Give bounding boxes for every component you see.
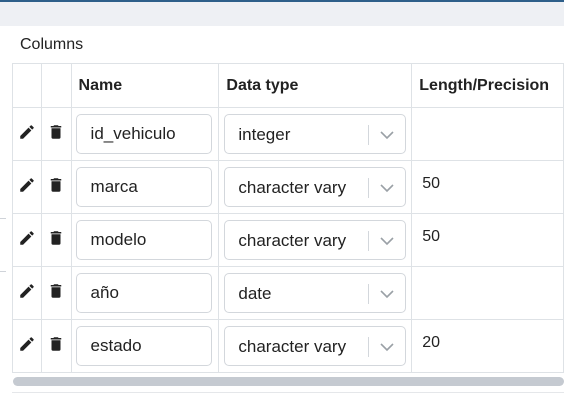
delete-column-header [40,63,72,108]
edit-cell [12,107,42,161]
data-type-select[interactable]: character vary [224,326,407,366]
data-type-value: character vary [238,231,347,250]
gutter-divider [0,271,6,272]
delete-cell [40,160,72,214]
data-type-cell: character vary [218,160,413,214]
horizontal-scrollbar-thumb[interactable] [13,377,564,386]
trash-icon[interactable] [47,282,65,300]
length-cell[interactable]: 50 [411,160,564,214]
table-header-row: Name Data type Length/Precision [12,63,564,108]
length-value: 50 [422,228,441,245]
name-cell [70,319,220,373]
edit-cell [12,160,42,214]
table-row: character vary 50 [12,160,564,214]
delete-cell [40,213,72,267]
trash-icon[interactable] [47,123,65,141]
pencil-icon[interactable] [18,123,36,141]
select-separator [368,231,370,251]
chevron-down-icon[interactable] [377,126,397,144]
select-separator [368,337,370,357]
pencil-icon[interactable] [18,176,36,194]
data-type-value: integer [238,125,291,144]
panel-top-bar [0,0,564,26]
data-type-select[interactable]: integer [224,114,407,154]
edit-cell [12,213,42,267]
edit-cell [12,319,42,373]
length-value: 20 [422,334,441,351]
select-separator [368,125,370,145]
data-type-value: character vary [238,178,347,197]
data-type-value: character vary [238,337,347,356]
name-cell [70,213,220,267]
chevron-down-icon[interactable] [377,338,397,356]
bottom-divider [12,392,564,393]
edit-cell [12,266,42,320]
data-type-cell: character vary [218,319,413,373]
length-cell[interactable] [411,266,564,320]
table-row: character vary 50 [12,213,564,267]
trash-icon[interactable] [47,229,65,247]
length-cell[interactable] [411,107,564,161]
name-cell [70,266,220,320]
length-value: 50 [422,175,441,192]
pencil-icon[interactable] [18,229,36,247]
table-row: integer [12,107,564,161]
table-row: character vary 20 [12,319,564,373]
delete-cell [40,266,72,320]
data-type-column-header: Data type [218,63,413,108]
length-cell[interactable]: 20 [411,319,564,373]
select-separator [368,178,370,198]
name-cell [70,160,220,214]
edit-column-header [12,63,42,108]
data-type-cell: date [218,266,413,320]
data-type-cell: integer [218,107,413,161]
columns-table-body: integer character vary 50 character vary 50 d… [12,107,564,373]
delete-cell [40,107,72,161]
delete-cell [40,319,72,373]
data-type-value: date [238,284,272,303]
name-column-header: Name [70,63,220,108]
section-title: Columns [20,36,84,53]
chevron-down-icon[interactable] [377,232,397,250]
data-type-cell: character vary [218,213,413,267]
name-cell [70,107,220,161]
length-cell[interactable]: 50 [411,213,564,267]
select-separator [368,284,370,304]
column-name-input[interactable] [75,167,212,207]
pencil-icon[interactable] [18,335,36,353]
column-name-input[interactable] [75,273,212,313]
data-type-select[interactable]: character vary [224,167,407,207]
trash-icon[interactable] [47,335,65,353]
column-name-input[interactable] [75,220,212,260]
data-type-select[interactable]: date [224,273,407,313]
pencil-icon[interactable] [18,282,36,300]
chevron-down-icon[interactable] [377,179,397,197]
trash-icon[interactable] [47,176,65,194]
table-row: date [12,266,564,320]
columns-table: Name Data type Length/Precision integer c… [12,63,564,373]
column-name-input[interactable] [75,326,212,366]
column-name-input[interactable] [75,114,212,154]
gutter-divider [0,218,6,219]
chevron-down-icon[interactable] [377,285,397,303]
data-type-select[interactable]: character vary [224,220,407,260]
length-column-header: Length/Precision [411,63,564,108]
